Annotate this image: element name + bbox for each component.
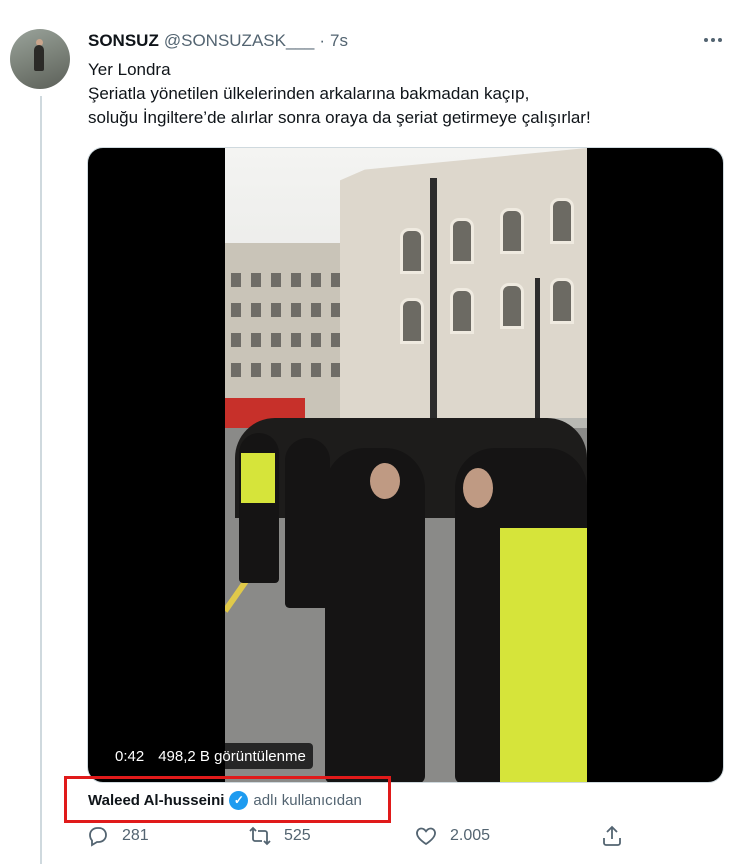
traffic-pole [430, 178, 437, 428]
video-duration: 0:42 [115, 747, 145, 765]
retweet-button[interactable]: 525 [248, 824, 311, 848]
tweet-text: Yer Londra Şeriatla yönetilen ülkelerind… [88, 58, 728, 130]
highlight-box [64, 776, 391, 823]
reply-count: 281 [122, 827, 149, 844]
more-icon[interactable] [700, 30, 726, 50]
retweet-count: 525 [284, 827, 311, 844]
thread-line [40, 96, 42, 864]
tweet-text-line: Yer Londra [88, 60, 171, 79]
reply-button[interactable]: 281 [86, 824, 149, 848]
face [370, 463, 400, 499]
display-name[interactable]: SONSUZ [88, 31, 159, 51]
share-button[interactable] [600, 824, 624, 848]
timestamp[interactable]: 7s [330, 31, 348, 51]
avatar[interactable] [10, 29, 70, 89]
separator-dot: · [319, 31, 325, 50]
like-count: 2.005 [450, 827, 491, 844]
tweet-header: SONSUZ @SONSUZASK___ · 7s [88, 31, 348, 51]
hi-vis-vest [241, 453, 275, 503]
face [463, 468, 493, 508]
video-info-badge: 0:42 498,2 B görüntülenme [108, 743, 313, 769]
avatar-figure-body [34, 45, 44, 71]
reply-icon [89, 827, 107, 847]
user-handle[interactable]: @SONSUZASK___ [164, 31, 314, 51]
heart-icon [416, 827, 436, 846]
share-icon [603, 825, 621, 846]
hi-vis-vest [500, 528, 587, 782]
retweet-icon [249, 826, 271, 846]
person [325, 448, 425, 782]
traffic-pole [535, 278, 540, 428]
person [285, 438, 330, 608]
video-player[interactable]: 0:42 498,2 B görüntülenme [87, 147, 724, 783]
tweet-text-line: Şeriatla yönetilen ülkelerinden arkaları… [88, 84, 530, 103]
building-right [340, 148, 587, 418]
action-bar: 281 525 2.005 [86, 824, 646, 854]
video-views: 498,2 B görüntülenme [158, 747, 306, 765]
video-frame [225, 148, 587, 782]
tweet-text-line: soluğu İngiltere’de alırlar sonra oraya … [88, 108, 591, 127]
like-button[interactable]: 2.005 [414, 824, 490, 848]
